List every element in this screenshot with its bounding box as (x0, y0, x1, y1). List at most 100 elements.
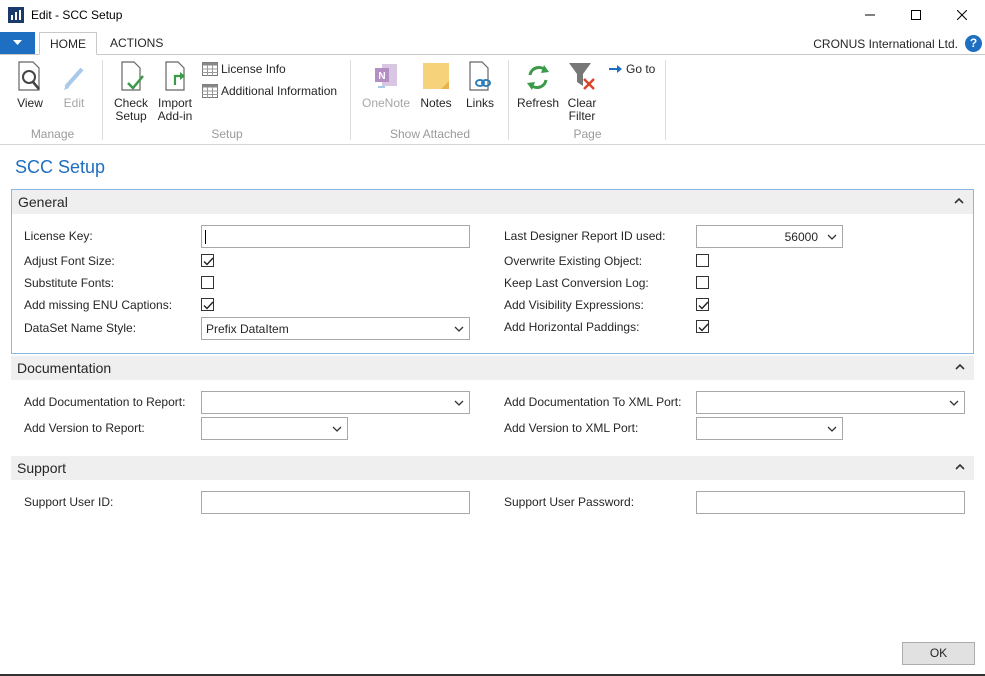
ok-button[interactable]: OK (902, 642, 975, 665)
go-to-button[interactable]: Go to (609, 62, 655, 76)
group-divider (350, 60, 351, 140)
chevron-down-icon (454, 326, 464, 332)
view-button[interactable]: View (12, 59, 48, 110)
support-fasttab-title: Support (17, 460, 67, 476)
checkmark-icon (203, 301, 214, 310)
support-user-password-input[interactable] (696, 491, 965, 514)
adjust-font-size-checkbox[interactable] (201, 254, 214, 267)
clear-filter-label-2: Filter (568, 109, 596, 123)
tab-actions[interactable]: ACTIONS (100, 32, 173, 55)
manage-group-label: Manage (30, 127, 75, 141)
refresh-label: Refresh (516, 96, 560, 110)
application-menu-button[interactable] (0, 32, 35, 54)
add-horizontal-label: Add Horizontal Paddings: (504, 320, 640, 334)
add-horizontal-checkbox[interactable] (696, 320, 709, 333)
keep-last-log-label: Keep Last Conversion Log: (504, 276, 649, 290)
license-key-label: License Key: (24, 229, 93, 243)
support-user-password-label: Support User Password: (504, 495, 635, 509)
group-divider (508, 60, 509, 140)
page-group-label: Page (573, 127, 602, 141)
table-grid-icon (202, 62, 218, 76)
chevron-down-icon (332, 426, 342, 432)
help-icon[interactable]: ? (965, 35, 982, 52)
dataset-name-style-label: DataSet Name Style: (24, 321, 137, 335)
text-cursor (205, 230, 206, 244)
group-divider (102, 60, 103, 140)
chevron-up-icon[interactable] (954, 461, 966, 473)
additional-information-label: Additional Information (221, 84, 338, 98)
add-missing-enu-checkbox[interactable] (201, 298, 214, 311)
arrow-right-icon (609, 65, 622, 73)
doc-to-xmlport-label: Add Documentation To XML Port: (504, 395, 682, 409)
doc-to-xmlport-select[interactable] (696, 391, 965, 414)
links-label: Links (465, 96, 494, 110)
import-page-icon (165, 61, 185, 91)
setup-group-label: Setup (211, 127, 243, 141)
close-button[interactable] (939, 0, 985, 30)
check-setup-button[interactable]: Check Setup (110, 59, 152, 123)
group-divider (665, 60, 666, 140)
clear-filter-button[interactable]: Clear Filter (563, 59, 601, 123)
license-info-label: License Info (221, 62, 286, 76)
chevron-up-icon[interactable] (953, 195, 965, 207)
last-report-id-label: Last Designer Report ID used: (504, 229, 666, 243)
chevron-down-icon (454, 400, 464, 406)
import-addin-button[interactable]: Import Add-in (154, 59, 196, 123)
support-user-id-label: Support User ID: (24, 495, 114, 509)
additional-information-button[interactable]: Additional Information (202, 84, 337, 98)
minimize-icon (865, 14, 875, 16)
version-to-report-label: Add Version to Report: (24, 421, 145, 435)
general-fasttab-header[interactable]: General (12, 190, 973, 214)
license-info-button[interactable]: License Info (202, 62, 286, 76)
app-logo-icon (8, 7, 24, 23)
dataset-name-style-select[interactable]: Prefix DataItem (201, 317, 470, 340)
doc-to-report-select[interactable] (201, 391, 470, 414)
add-visibility-checkbox[interactable] (696, 298, 709, 311)
version-to-report-select[interactable] (201, 417, 348, 440)
window-title: Edit - SCC Setup (31, 8, 123, 22)
table-grid-icon (202, 84, 218, 98)
keep-last-log-checkbox[interactable] (696, 276, 709, 289)
doc-to-report-label: Add Documentation to Report: (24, 395, 186, 409)
tab-home[interactable]: HOME (39, 32, 97, 55)
links-button[interactable]: Links (462, 59, 498, 110)
onenote-button[interactable]: N OneNote (360, 59, 412, 110)
check-setup-label-2: Setup (115, 109, 147, 123)
refresh-button[interactable]: Refresh (516, 59, 560, 110)
documentation-fasttab-header[interactable]: Documentation (11, 356, 974, 380)
maximize-button[interactable] (893, 0, 939, 30)
checkmark-icon (203, 257, 214, 266)
overwrite-existing-checkbox[interactable] (696, 254, 709, 267)
ribbon-tab-row: HOME ACTIONS CRONUS International Ltd. ? (0, 32, 985, 55)
version-to-xmlport-select[interactable] (696, 417, 843, 440)
overwrite-existing-label: Overwrite Existing Object: (504, 254, 643, 268)
support-user-id-input[interactable] (201, 491, 470, 514)
notes-button[interactable]: Notes (418, 59, 454, 110)
chevron-up-icon[interactable] (954, 361, 966, 373)
clear-filter-icon (569, 63, 595, 90)
clear-filter-label-1: Clear (567, 96, 597, 110)
chevron-down-icon (827, 234, 837, 240)
company-name[interactable]: CRONUS International Ltd. (813, 37, 958, 51)
check-setup-label-1: Check (113, 96, 148, 110)
license-key-input[interactable] (201, 225, 470, 248)
version-to-xmlport-label: Add Version to XML Port: (504, 421, 639, 435)
substitute-fonts-checkbox[interactable] (201, 276, 214, 289)
edit-button[interactable]: Edit (56, 59, 92, 110)
minimize-button[interactable] (847, 0, 893, 30)
view-label: View (17, 96, 43, 110)
svg-text:N: N (378, 71, 385, 82)
maximize-icon (911, 10, 921, 20)
support-fasttab-header[interactable]: Support (11, 456, 974, 480)
notes-label: Notes (420, 96, 452, 110)
import-addin-label-2: Add-in (157, 109, 193, 123)
go-to-label: Go to (626, 62, 656, 76)
checkmark-icon (698, 323, 709, 332)
refresh-icon (527, 65, 549, 90)
add-missing-enu-label: Add missing ENU Captions: (24, 298, 173, 312)
last-report-id-select[interactable]: 56000 (696, 225, 843, 248)
chevron-down-icon (827, 426, 837, 432)
import-addin-label-1: Import (157, 96, 192, 110)
check-page-icon (121, 61, 144, 91)
edit-label: Edit (63, 96, 85, 110)
